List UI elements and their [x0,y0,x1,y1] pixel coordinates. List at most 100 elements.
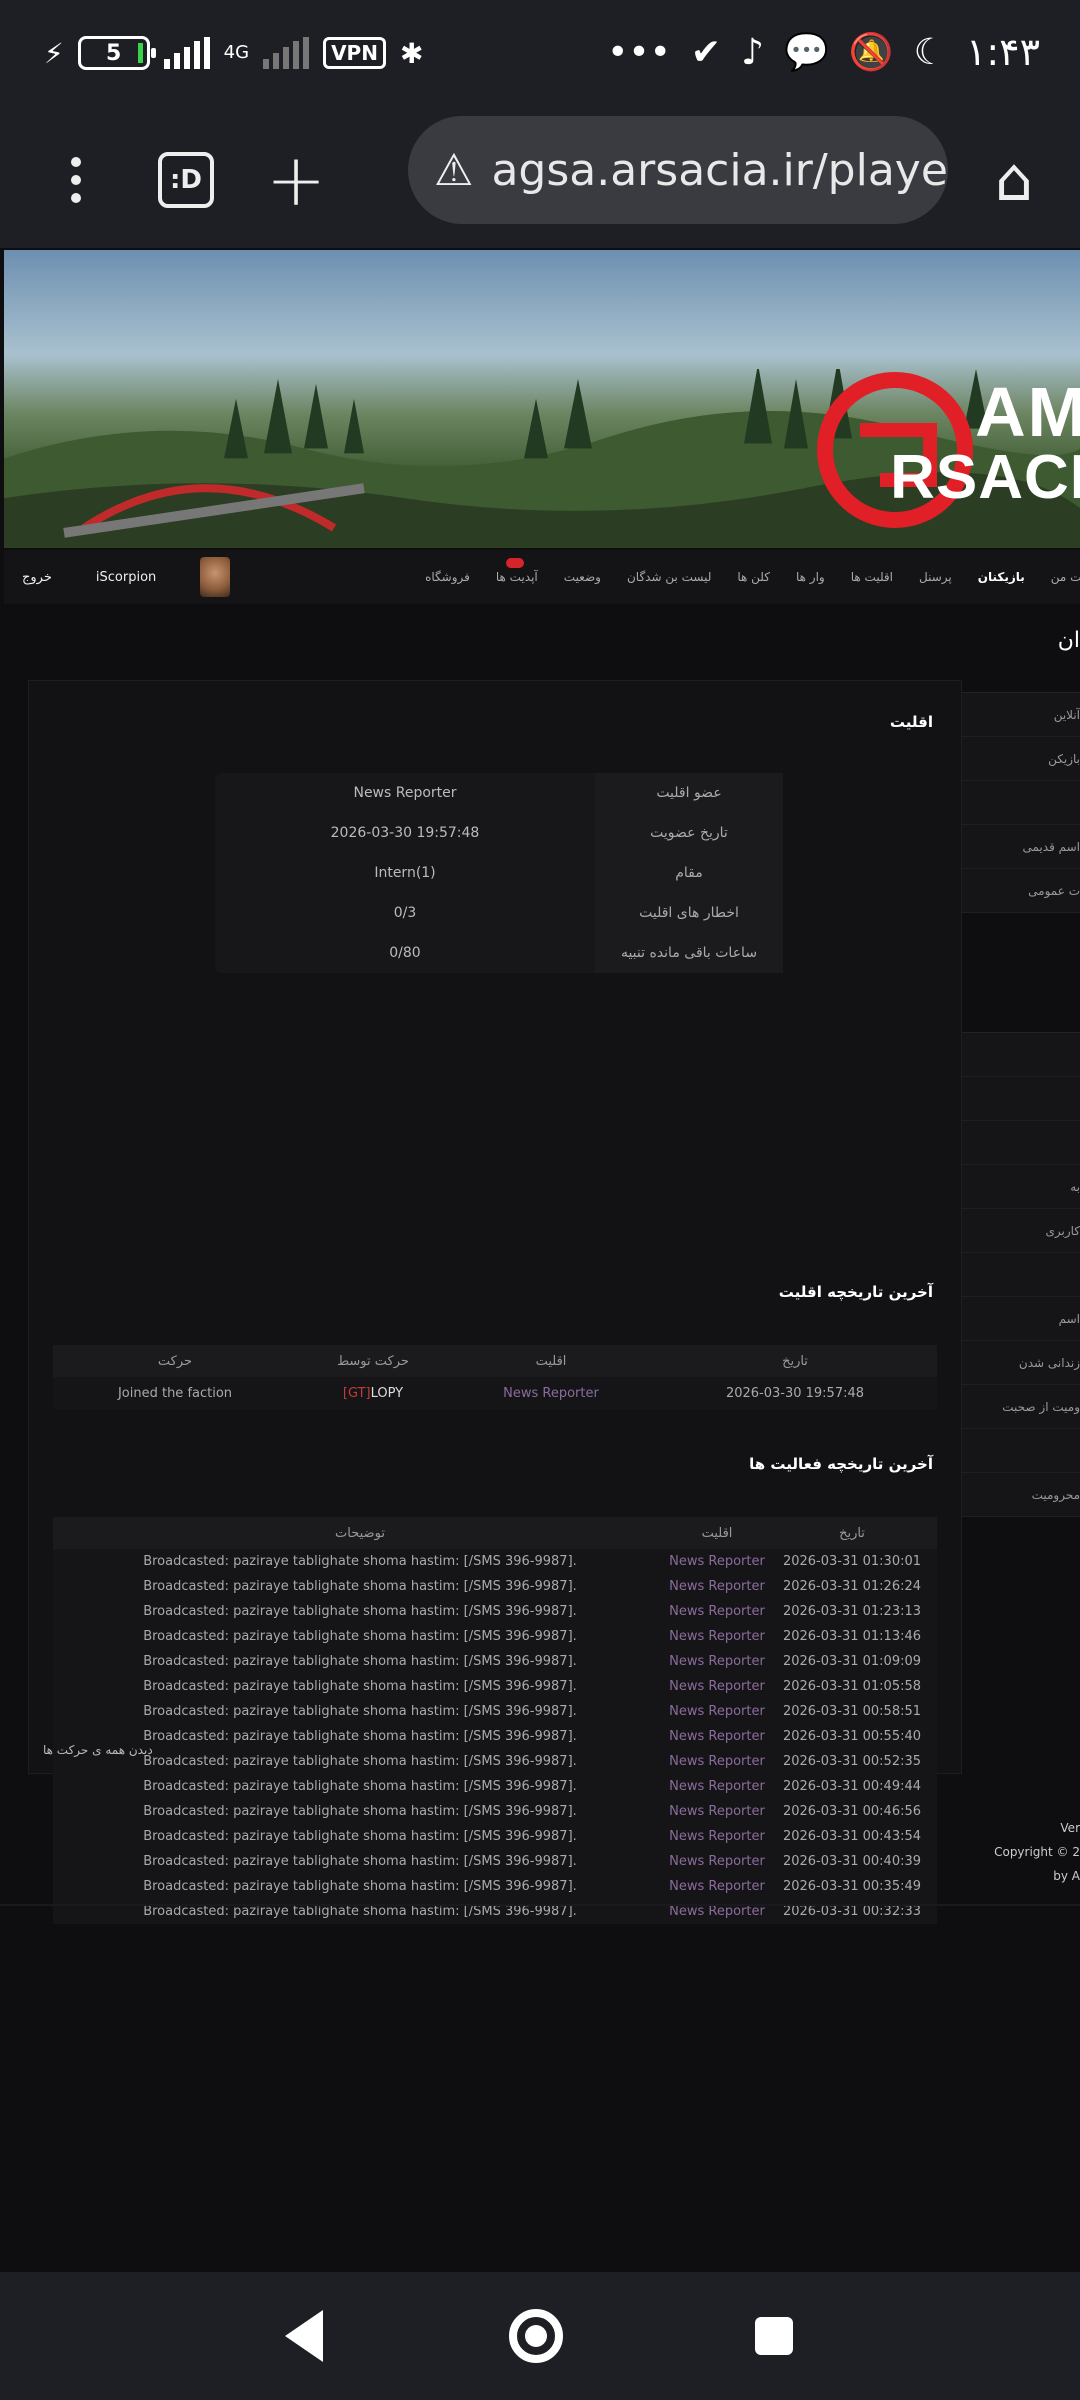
activity-date: 2026-03-31 01:26:24 [782,1579,922,1594]
col-by: حرکت توسط [337,1353,409,1369]
table-row: Joined the faction [GT]LOPY News Reporte… [53,1377,937,1409]
info-label: تاریخ عضویت [595,813,783,853]
home-button[interactable] [504,2304,568,2368]
activity-faction-link[interactable]: News Reporter [667,1654,767,1669]
more-notifications-icon: ••• [607,31,671,73]
side-row: بازیکن [962,737,1080,781]
logo-text-line2: RSACI [890,443,1080,512]
activity-date: 2026-03-31 00:46:56 [782,1804,922,1819]
side-row: به [962,1165,1080,1209]
faction-history-table: حرکت حرکت توسط اقلیت تاریخ Joined the fa… [53,1345,937,1409]
bell-off-icon: 🔕 [848,32,894,73]
side-row: اسم قدیمی [962,825,1080,869]
recents-button[interactable] [742,2304,806,2368]
side-box-bottom: به کاربری اسم زندانی شدن ومیت از صحبت مح… [962,1032,1080,1517]
nav-item-banlist[interactable]: لیست بن شدگان [627,570,711,584]
history-by-name: LOPY [370,1385,404,1401]
new-tab-icon[interactable]: + [256,138,336,222]
table-row: Broadcasted: paziraye tablighate shoma h… [53,1549,937,1574]
activity-faction-link[interactable]: News Reporter [667,1754,767,1769]
back-button[interactable] [272,2304,336,2368]
activity-faction-link[interactable]: News Reporter [667,1554,767,1569]
activity-desc: Broadcasted: paziraye tablighate shoma h… [143,1554,577,1569]
activity-date: 2026-03-31 00:49:44 [782,1779,922,1794]
table-row: Broadcasted: paziraye tablighate shoma h… [53,1574,937,1599]
activity-faction-link[interactable]: News Reporter [667,1729,767,1744]
info-value: Intern(1) [374,865,436,881]
col-action: حرکت [157,1353,193,1369]
side-heading: ان [1057,628,1080,653]
nav-item-wars[interactable]: وار ها [796,570,825,584]
activity-faction-link[interactable]: News Reporter [667,1829,767,1844]
charging-icon: ⚡ [44,36,64,70]
back-icon [285,2310,323,2362]
home-icon[interactable]: ⌂ [974,140,1054,220]
activity-date: 2026-03-31 01:05:58 [782,1679,922,1694]
network-type: 4G [223,42,250,63]
nav-item-staff[interactable]: پرسنل [919,570,952,584]
activity-date: 2026-03-31 01:30:01 [782,1554,922,1569]
activity-faction-link[interactable]: News Reporter [667,1704,767,1719]
side-row: ومیت از صحبت [962,1385,1080,1429]
activity-faction-link[interactable]: News Reporter [667,1879,767,1894]
side-row [962,1429,1080,1473]
address-bar[interactable]: ⚠ agsa.arsacia.ir/player [408,116,948,224]
browser-toolbar: :D + ⚠ agsa.arsacia.ir/player ⌂ [0,110,1080,248]
web-page: AM RSACI خروج iScorpion ست من بازیکنان پ… [0,248,1080,2272]
activity-faction-link[interactable]: News Reporter [667,1604,767,1619]
moon-icon: ☾ [913,31,946,73]
activity-desc: Broadcasted: paziraye tablighate shoma h… [143,1704,577,1719]
nav-item-status[interactable]: وضعیت [564,570,601,584]
col-faction: اقلیت [535,1353,567,1369]
table-row: Broadcasted: paziraye tablighate shoma h… [53,1874,937,1899]
activity-faction-link[interactable]: News Reporter [667,1779,767,1794]
history-faction-link[interactable]: News Reporter [449,1386,653,1401]
nav-item-players[interactable]: بازیکنان [978,570,1025,584]
nav-item-my-account[interactable]: ست من [1051,570,1080,584]
nav-item-clans[interactable]: کلن ها [737,570,770,584]
nav-item-factions[interactable]: اقلیت ها [851,570,893,584]
table-row: Broadcasted: paziraye tablighate shoma h… [53,1849,937,1874]
side-row: محرومیت [962,1473,1080,1517]
battery-level: 5 [106,40,122,66]
info-value: 2026-03-30 19:57:48 [330,825,480,841]
activity-desc: Broadcasted: paziraye tablighate shoma h… [143,1804,577,1819]
side-row [962,781,1080,825]
info-value: News Reporter [353,785,457,801]
activity-faction-link[interactable]: News Reporter [667,1579,767,1594]
site-nav: خروج iScorpion ست من بازیکنان پرسنل اقلی… [4,550,1080,604]
table-row: Broadcasted: paziraye tablighate shoma h… [53,1674,937,1699]
menu-dots-icon[interactable] [36,140,116,220]
info-row: Intern(1) مقام [215,853,783,893]
info-label: عضو اقلیت [595,773,783,813]
activity-faction-link[interactable]: News Reporter [667,1804,767,1819]
activity-desc: Broadcasted: paziraye tablighate shoma h… [143,1604,577,1619]
see-all-link[interactable]: دیدن همه ی حرکت ها [43,1743,153,1757]
activity-table: توضیحات اقلیت تاریخ Broadcasted: paziray… [53,1517,937,1924]
activity-desc: Broadcasted: paziraye tablighate shoma h… [143,1679,577,1694]
warning-icon[interactable]: ⚠ [434,145,473,196]
username-link[interactable]: iScorpion [96,570,156,585]
activity-desc: Broadcasted: paziraye tablighate shoma h… [143,1904,577,1919]
history-by-tag: [GT] [342,1385,371,1401]
site-banner: AM RSACI [4,250,1080,548]
bluetooth-icon: ✱ [399,36,424,70]
battery-icon: 5 [77,36,156,70]
nav-item-updates[interactable]: آپدیت ها [496,558,538,584]
tab-switcher-button[interactable]: :D [146,140,226,220]
history-by[interactable]: [GT]LOPY [297,1386,449,1401]
activity-date: 2026-03-31 01:09:09 [782,1654,922,1669]
info-label: ساعات باقی مانده تنبیه [595,933,783,973]
activity-desc: Broadcasted: paziraye tablighate shoma h… [143,1879,577,1894]
activity-desc: Broadcasted: paziraye tablighate shoma h… [143,1854,577,1869]
avatar[interactable] [200,557,231,597]
nav-item-shop[interactable]: فروشگاه [425,570,470,584]
logo-text-line1: AM [975,373,1080,451]
side-row: ت عمومی [962,869,1080,913]
activity-faction-link[interactable]: News Reporter [667,1854,767,1869]
chat-bubble-icon: 💬 [784,32,829,73]
activity-faction-link[interactable]: News Reporter [667,1904,767,1919]
activity-faction-link[interactable]: News Reporter [667,1629,767,1644]
activity-faction-link[interactable]: News Reporter [667,1679,767,1694]
logout-link[interactable]: خروج [22,570,52,585]
